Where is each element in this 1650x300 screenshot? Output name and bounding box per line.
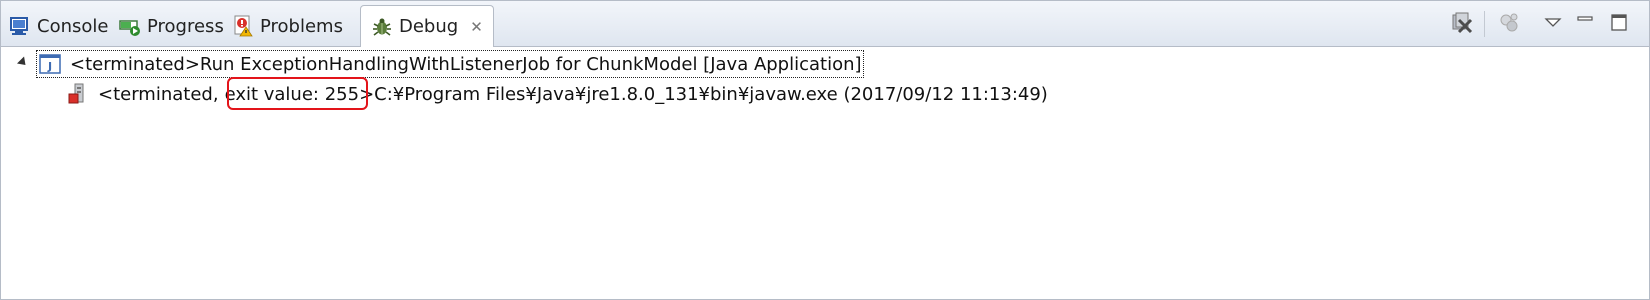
java-application-icon: J bbox=[39, 53, 61, 75]
tab-label: Problems bbox=[260, 15, 343, 37]
problems-icon bbox=[232, 15, 254, 37]
debug-view: Console Progress Problems Debug ✕ J <ter… bbox=[0, 0, 1650, 300]
process-suffix: >C:¥Program Files¥Java¥jre1.8.0_131¥bin¥… bbox=[359, 83, 1048, 105]
exit-value-highlight-box bbox=[227, 77, 368, 110]
tab-debug[interactable]: Debug ✕ bbox=[360, 5, 494, 47]
process-prefix: <terminated, bbox=[98, 83, 219, 105]
remove-all-terminated-icon[interactable] bbox=[1450, 11, 1474, 35]
svg-text:J: J bbox=[47, 60, 52, 73]
tree-item-process[interactable]: <terminated, exit value: 255 >C:¥Program… bbox=[67, 80, 1048, 108]
expand-collapse-icon[interactable] bbox=[16, 56, 30, 69]
terminated-process-icon bbox=[67, 83, 89, 105]
tab-problems[interactable]: Problems bbox=[232, 6, 343, 46]
tab-console[interactable]: Console bbox=[9, 6, 108, 46]
view-tab-bar: Console Progress Problems Debug ✕ bbox=[1, 1, 1649, 47]
tab-label: Console bbox=[37, 15, 109, 37]
tab-label: Progress bbox=[147, 15, 224, 37]
console-icon bbox=[9, 15, 31, 37]
debug-tree: J <terminated>Run ExceptionHandlingWithL… bbox=[1, 48, 1649, 298]
view-menu-icon[interactable] bbox=[1541, 11, 1565, 35]
launch-label: <terminated>Run ExceptionHandlingWithLis… bbox=[70, 53, 862, 75]
tab-label: Debug bbox=[399, 16, 459, 37]
minimize-icon[interactable] bbox=[1573, 11, 1597, 35]
tab-progress[interactable]: Progress bbox=[119, 6, 224, 46]
progress-icon bbox=[119, 15, 141, 37]
debug-icon bbox=[371, 16, 393, 38]
toolbar-separator bbox=[1484, 11, 1485, 37]
tree-item-launch[interactable]: J <terminated>Run ExceptionHandlingWithL… bbox=[39, 50, 862, 78]
maximize-icon[interactable] bbox=[1607, 11, 1631, 35]
connect-icon[interactable] bbox=[1497, 11, 1521, 35]
close-icon[interactable]: ✕ bbox=[470, 18, 483, 36]
